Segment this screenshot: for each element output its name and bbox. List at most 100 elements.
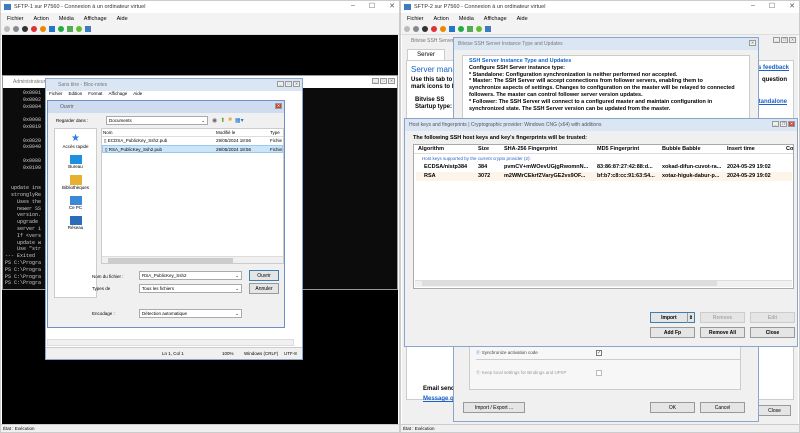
- revert-icon[interactable]: [76, 26, 82, 32]
- view-menu-icon[interactable]: ▦▾: [235, 117, 244, 124]
- ctrl-alt-del-icon[interactable]: [404, 26, 410, 32]
- restore-icon[interactable]: ❐: [781, 37, 788, 43]
- column-insert-time[interactable]: Insert time: [727, 146, 755, 152]
- minimize-icon[interactable]: _: [772, 121, 779, 127]
- start-icon[interactable]: [413, 26, 419, 32]
- places-this-pc[interactable]: Ce PC: [55, 196, 96, 210]
- menu-fichier[interactable]: Fichier: [7, 16, 24, 22]
- resume-icon[interactable]: [458, 26, 464, 32]
- sync-activation-code-checkbox[interactable]: ✓: [596, 350, 602, 356]
- close-icon[interactable]: ✕: [275, 103, 282, 109]
- ctrl-alt-del-icon[interactable]: [4, 26, 10, 32]
- menu-media[interactable]: Média: [59, 16, 74, 22]
- minimize-icon[interactable]: _: [277, 81, 284, 87]
- save-icon[interactable]: [440, 26, 446, 32]
- resume-icon[interactable]: [58, 26, 64, 32]
- open-button[interactable]: Ouvrir: [249, 270, 279, 281]
- cancel-button[interactable]: Cancel: [700, 402, 745, 413]
- encoding-select[interactable]: Détection automatique ⌄: [139, 309, 242, 318]
- shutdown-icon[interactable]: [31, 26, 37, 32]
- host-key-row[interactable]: RSA 3072 m2WMrCEkrfZVaryGE2vs9OF... bf:b…: [416, 172, 792, 181]
- column-name[interactable]: Nom: [103, 130, 113, 135]
- enhanced-session-icon[interactable]: [485, 26, 491, 32]
- maximize-icon[interactable]: □: [285, 81, 292, 87]
- edit-button[interactable]: Edit: [750, 312, 795, 323]
- pause-icon[interactable]: [449, 26, 455, 32]
- close-icon[interactable]: ✕: [293, 81, 300, 87]
- cancel-button[interactable]: Annuler: [249, 283, 279, 294]
- import-button[interactable]: Import ⇕: [650, 312, 695, 323]
- minimize-icon[interactable]: _: [372, 78, 379, 84]
- file-row-selected[interactable]: ▯ RSA_PublicKey_Ssh2.pub 29/05/2024 18:56…: [102, 145, 283, 153]
- places-desktop[interactable]: Bureau: [55, 155, 96, 169]
- tab-server[interactable]: Server: [407, 49, 445, 60]
- save-icon[interactable]: [40, 26, 46, 32]
- revert-icon[interactable]: [476, 26, 482, 32]
- menu-media[interactable]: Média: [459, 16, 474, 22]
- column-modified[interactable]: Modifié le: [216, 130, 235, 135]
- pause-icon[interactable]: [49, 26, 55, 32]
- ok-button[interactable]: OK: [650, 402, 695, 413]
- menu-edition[interactable]: Edition: [69, 91, 83, 99]
- up-folder-icon[interactable]: ⬆: [220, 117, 225, 124]
- filename-input[interactable]: RSA_PublicKey_Ssh2 ⌄: [139, 271, 242, 280]
- add-fp-button[interactable]: Add Fp: [650, 327, 695, 338]
- message-link[interactable]: Message q: [423, 396, 454, 402]
- checkpoint-icon[interactable]: [467, 26, 473, 32]
- column-comment[interactable]: Co: [786, 146, 793, 152]
- remove-all-button[interactable]: Remove All: [700, 327, 745, 338]
- menu-affichage[interactable]: Affichage: [84, 16, 107, 22]
- column-algorithm[interactable]: Algorithm: [418, 146, 444, 152]
- start-icon[interactable]: [13, 26, 19, 32]
- minimize-icon[interactable]: –: [351, 2, 355, 10]
- menu-aide[interactable]: Aide: [133, 91, 142, 99]
- column-sha256[interactable]: SHA-256 Fingerprint: [504, 146, 557, 152]
- places-quick-access[interactable]: ★ Accès rapide: [55, 133, 96, 149]
- new-folder-icon[interactable]: ■: [228, 117, 232, 124]
- close-icon[interactable]: ✕: [749, 40, 756, 46]
- look-in-select[interactable]: Documents ⌄: [106, 116, 208, 125]
- menu-format[interactable]: Format: [88, 91, 102, 99]
- column-bubble-babble[interactable]: Bubble Babble: [662, 146, 701, 152]
- bitvise-close-button[interactable]: Close: [758, 405, 791, 416]
- help-icon[interactable]: ⓟ: [476, 350, 481, 355]
- minimize-icon[interactable]: –: [751, 2, 755, 10]
- turn-off-icon[interactable]: [422, 26, 428, 32]
- enhanced-session-icon[interactable]: [85, 26, 91, 32]
- places-network[interactable]: Réseau: [55, 216, 96, 230]
- column-type[interactable]: Type: [270, 130, 280, 135]
- close-icon[interactable]: ✕: [789, 2, 795, 10]
- dropdown-icon[interactable]: ⇕: [686, 313, 694, 323]
- file-type-select[interactable]: Tous les fichiers ⌄: [139, 284, 242, 293]
- notepad-hscrollbar[interactable]: [47, 339, 294, 346]
- places-libraries[interactable]: Bibliothèques: [55, 175, 96, 190]
- back-icon[interactable]: ◉: [212, 117, 217, 124]
- menu-aide[interactable]: Aide: [117, 16, 128, 22]
- close-button[interactable]: Close: [750, 327, 795, 338]
- maximize-icon[interactable]: □: [380, 78, 387, 84]
- help-icon[interactable]: ⓟ: [476, 370, 481, 375]
- close-icon[interactable]: ✕: [789, 37, 796, 43]
- maximize-icon[interactable]: ☐: [769, 2, 775, 10]
- host-key-row[interactable]: ECDSA/nistp384 384 pvmCV+mWOevUGjgRwomnN…: [416, 163, 792, 172]
- close-icon[interactable]: ✕: [788, 121, 795, 127]
- menu-action[interactable]: Action: [434, 16, 449, 22]
- minimize-icon[interactable]: _: [773, 37, 780, 43]
- host-keys-hscrollbar[interactable]: [415, 280, 792, 287]
- close-icon[interactable]: ✕: [389, 2, 395, 10]
- menu-fichier[interactable]: Fichier: [407, 16, 424, 22]
- keep-local-settings-checkbox[interactable]: [596, 370, 602, 376]
- shutdown-icon[interactable]: [431, 26, 437, 32]
- menu-affichage[interactable]: Affichage: [109, 91, 128, 99]
- menu-aide[interactable]: Aide: [517, 16, 528, 22]
- menu-action[interactable]: Action: [34, 16, 49, 22]
- checkpoint-icon[interactable]: [67, 26, 73, 32]
- column-size[interactable]: Size: [478, 146, 489, 152]
- turn-off-icon[interactable]: [22, 26, 28, 32]
- remove-button[interactable]: Remove: [700, 312, 745, 323]
- close-icon[interactable]: ✕: [388, 78, 395, 84]
- menu-fichier[interactable]: Fichier: [49, 91, 63, 99]
- import-export-button[interactable]: Import / Export ...: [463, 402, 525, 413]
- file-list-hscrollbar[interactable]: [102, 256, 283, 263]
- restore-icon[interactable]: ❐: [780, 121, 787, 127]
